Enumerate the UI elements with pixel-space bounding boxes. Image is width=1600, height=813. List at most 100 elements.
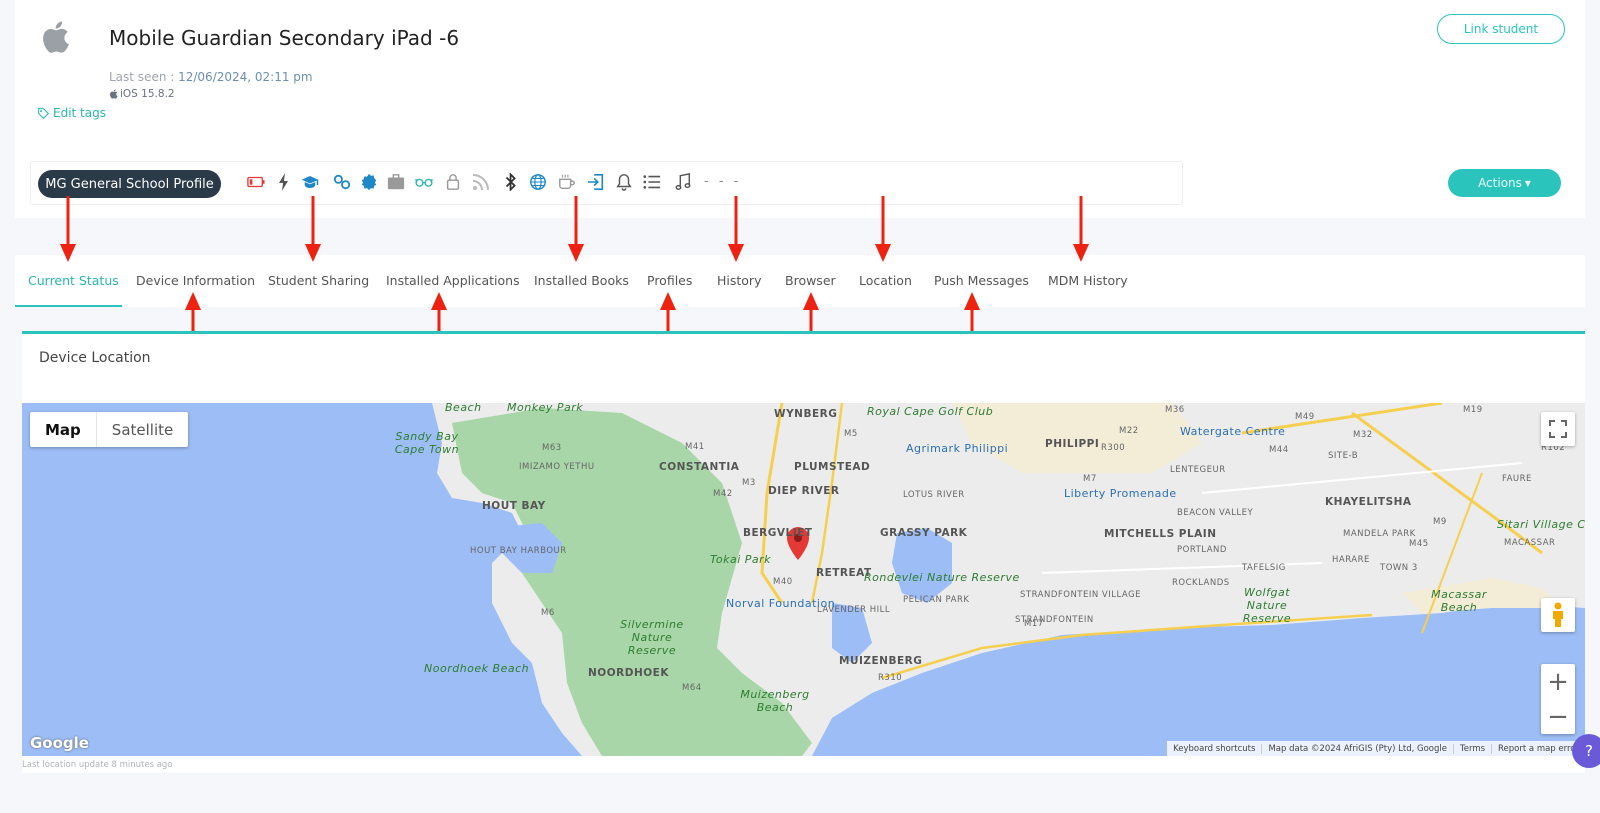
profile-pill[interactable]: MG General School Profile: [38, 170, 221, 198]
actions-label: Actions: [1478, 176, 1522, 190]
down-arrow-annotation: [568, 196, 584, 262]
road-label: M40: [773, 577, 793, 587]
map-place-label: MANDELA PARK: [1343, 529, 1416, 539]
tab-installed-applications[interactable]: Installed Applications: [386, 273, 520, 288]
map-poi-label: Agrimark Philippi: [906, 442, 1009, 455]
map-poi-label: Noordhoek Beach: [424, 662, 530, 675]
map-place-label: ROCKLANDS: [1172, 578, 1230, 588]
map-place-label: TOWN 3: [1380, 563, 1418, 573]
tab-profiles[interactable]: Profiles: [647, 273, 692, 288]
tab-browser[interactable]: Browser: [785, 273, 836, 288]
road-label: M22: [1119, 426, 1139, 436]
down-arrow-annotation: [875, 196, 891, 262]
tab-student-sharing[interactable]: Student Sharing: [268, 273, 369, 288]
last-location-update: Last location update 8 minutes ago: [22, 760, 173, 770]
road-label: M3: [742, 478, 756, 488]
down-arrow-annotation: [1073, 196, 1089, 262]
map-place-label: LENTEGEUR: [1170, 465, 1226, 475]
road-label: M64: [682, 683, 702, 693]
road-label: R300: [1101, 443, 1126, 453]
terms-link[interactable]: Terms: [1454, 743, 1493, 754]
road-label: M17: [1024, 619, 1044, 629]
graduation-cap-icon: [300, 172, 320, 192]
road-label: R310: [878, 673, 903, 683]
sign-in-icon: [586, 172, 606, 192]
last-seen-value: 12/06/2024, 02:11 pm: [178, 70, 313, 84]
last-seen-label: Last seen :: [109, 70, 179, 84]
tab-device-information[interactable]: Device Information: [136, 273, 255, 288]
list-icon: [642, 172, 662, 192]
map-attribution: Keyboard shortcuts Map data ©2024 AfriGI…: [1167, 741, 1585, 756]
fullscreen-button[interactable]: [1541, 412, 1575, 446]
link-icon: [332, 172, 352, 192]
street-view-pegman-button[interactable]: [1541, 598, 1575, 632]
map-place-label: PELICAN PARK: [903, 595, 970, 605]
apple-small-icon: [110, 89, 118, 99]
tab-current-status[interactable]: Current Status: [28, 273, 119, 288]
map-data-text: Map data ©2024 AfriGIS (Pty) Ltd, Google: [1262, 743, 1454, 754]
map-poi-label: Sitari Village Ce: [1497, 518, 1585, 531]
map-place-label: BERGVLIET: [743, 527, 813, 539]
keyboard-shortcuts-link[interactable]: Keyboard shortcuts: [1167, 743, 1263, 754]
google-logo: Google: [30, 734, 89, 752]
map-poi-label: Wolfgat Nature Reserve: [1242, 586, 1292, 625]
map-place-label: KHAYELITSHA: [1325, 496, 1412, 508]
map-poi-label: Norval Foundation: [726, 597, 836, 610]
road-label: M63: [542, 443, 562, 453]
map-place-label: MITCHELLS PLAIN: [1104, 528, 1217, 540]
tab-installed-books[interactable]: Installed Books: [534, 273, 629, 288]
map-place-label: HOUT BAY HARBOUR: [470, 546, 567, 556]
map-type-control: Map Satellite: [30, 412, 189, 447]
edit-tags-link[interactable]: Edit tags: [37, 106, 106, 120]
tab-mdm-history[interactable]: MDM History: [1048, 273, 1128, 288]
map-poi-label: Macassar Beach: [1431, 588, 1487, 614]
road-label: M5: [844, 429, 858, 439]
map-poi-label: Liberty Promenade: [1064, 487, 1177, 500]
zoom-in-button[interactable]: +: [1541, 664, 1575, 699]
road-label: M36: [1165, 405, 1185, 415]
map-place-label: WYNBERG: [774, 408, 838, 420]
map-type-satellite-button[interactable]: Satellite: [97, 412, 188, 447]
location-map[interactable]: WYNBERG CONSTANTIA PLUMSTEAD DIEP RIVER …: [22, 403, 1585, 756]
zoom-out-button[interactable]: −: [1541, 699, 1575, 734]
map-place-label: SITE-B: [1328, 451, 1359, 461]
os-version-text: iOS 15.8.2: [120, 88, 175, 100]
battery-low-icon: [246, 172, 266, 192]
last-seen: Last seen : 12/06/2024, 02:11 pm: [109, 70, 313, 84]
link-student-button[interactable]: Link student: [1437, 14, 1565, 44]
map-place-label: GRASSY PARK: [880, 527, 968, 539]
actions-dropdown-button[interactable]: Actions ▾: [1448, 169, 1561, 197]
lock-icon: [443, 172, 463, 192]
globe-icon: [528, 172, 548, 192]
map-poi-label: Monkey Park: [507, 403, 584, 414]
fullscreen-icon: [1549, 420, 1567, 438]
map-poi-label: Rondevlei Nature Reserve: [864, 571, 1020, 584]
map-poi-label: Tokai Park: [710, 553, 772, 566]
map-place-label: NOORDHOEK: [588, 667, 669, 679]
caret-down-icon: ▾: [1524, 176, 1531, 190]
help-button[interactable]: ?: [1572, 734, 1600, 768]
map-place-label: HARARE: [1332, 555, 1370, 565]
tab-history[interactable]: History: [717, 273, 761, 288]
road-label: M9: [1433, 517, 1447, 527]
map-poi-label: Royal Cape Golf Club: [867, 405, 994, 418]
map-place-label: CONSTANTIA: [659, 461, 740, 473]
map-type-map-button[interactable]: Map: [30, 412, 97, 447]
bluetooth-icon: [501, 172, 521, 192]
tab-location[interactable]: Location: [859, 273, 912, 288]
apple-logo-icon: [43, 21, 69, 53]
music-icon: [673, 172, 693, 192]
road-label: M49: [1295, 412, 1315, 422]
map-place-label: HOUT BAY: [482, 500, 546, 512]
map-place-label: DIEP RIVER: [768, 485, 840, 497]
down-arrow-annotation: [728, 196, 744, 262]
road-label: M32: [1353, 430, 1373, 440]
bell-icon: [614, 172, 634, 192]
active-tab-indicator: [15, 305, 122, 307]
device-page: Mobile Guardian Secondary iPad -6 Last s…: [0, 0, 1600, 813]
road-label: M6: [541, 608, 555, 618]
map-place-label: MACASSAR: [1504, 538, 1556, 548]
zoom-control: + −: [1541, 664, 1575, 734]
tag-icon: [38, 107, 50, 119]
tab-push-messages[interactable]: Push Messages: [934, 273, 1029, 288]
